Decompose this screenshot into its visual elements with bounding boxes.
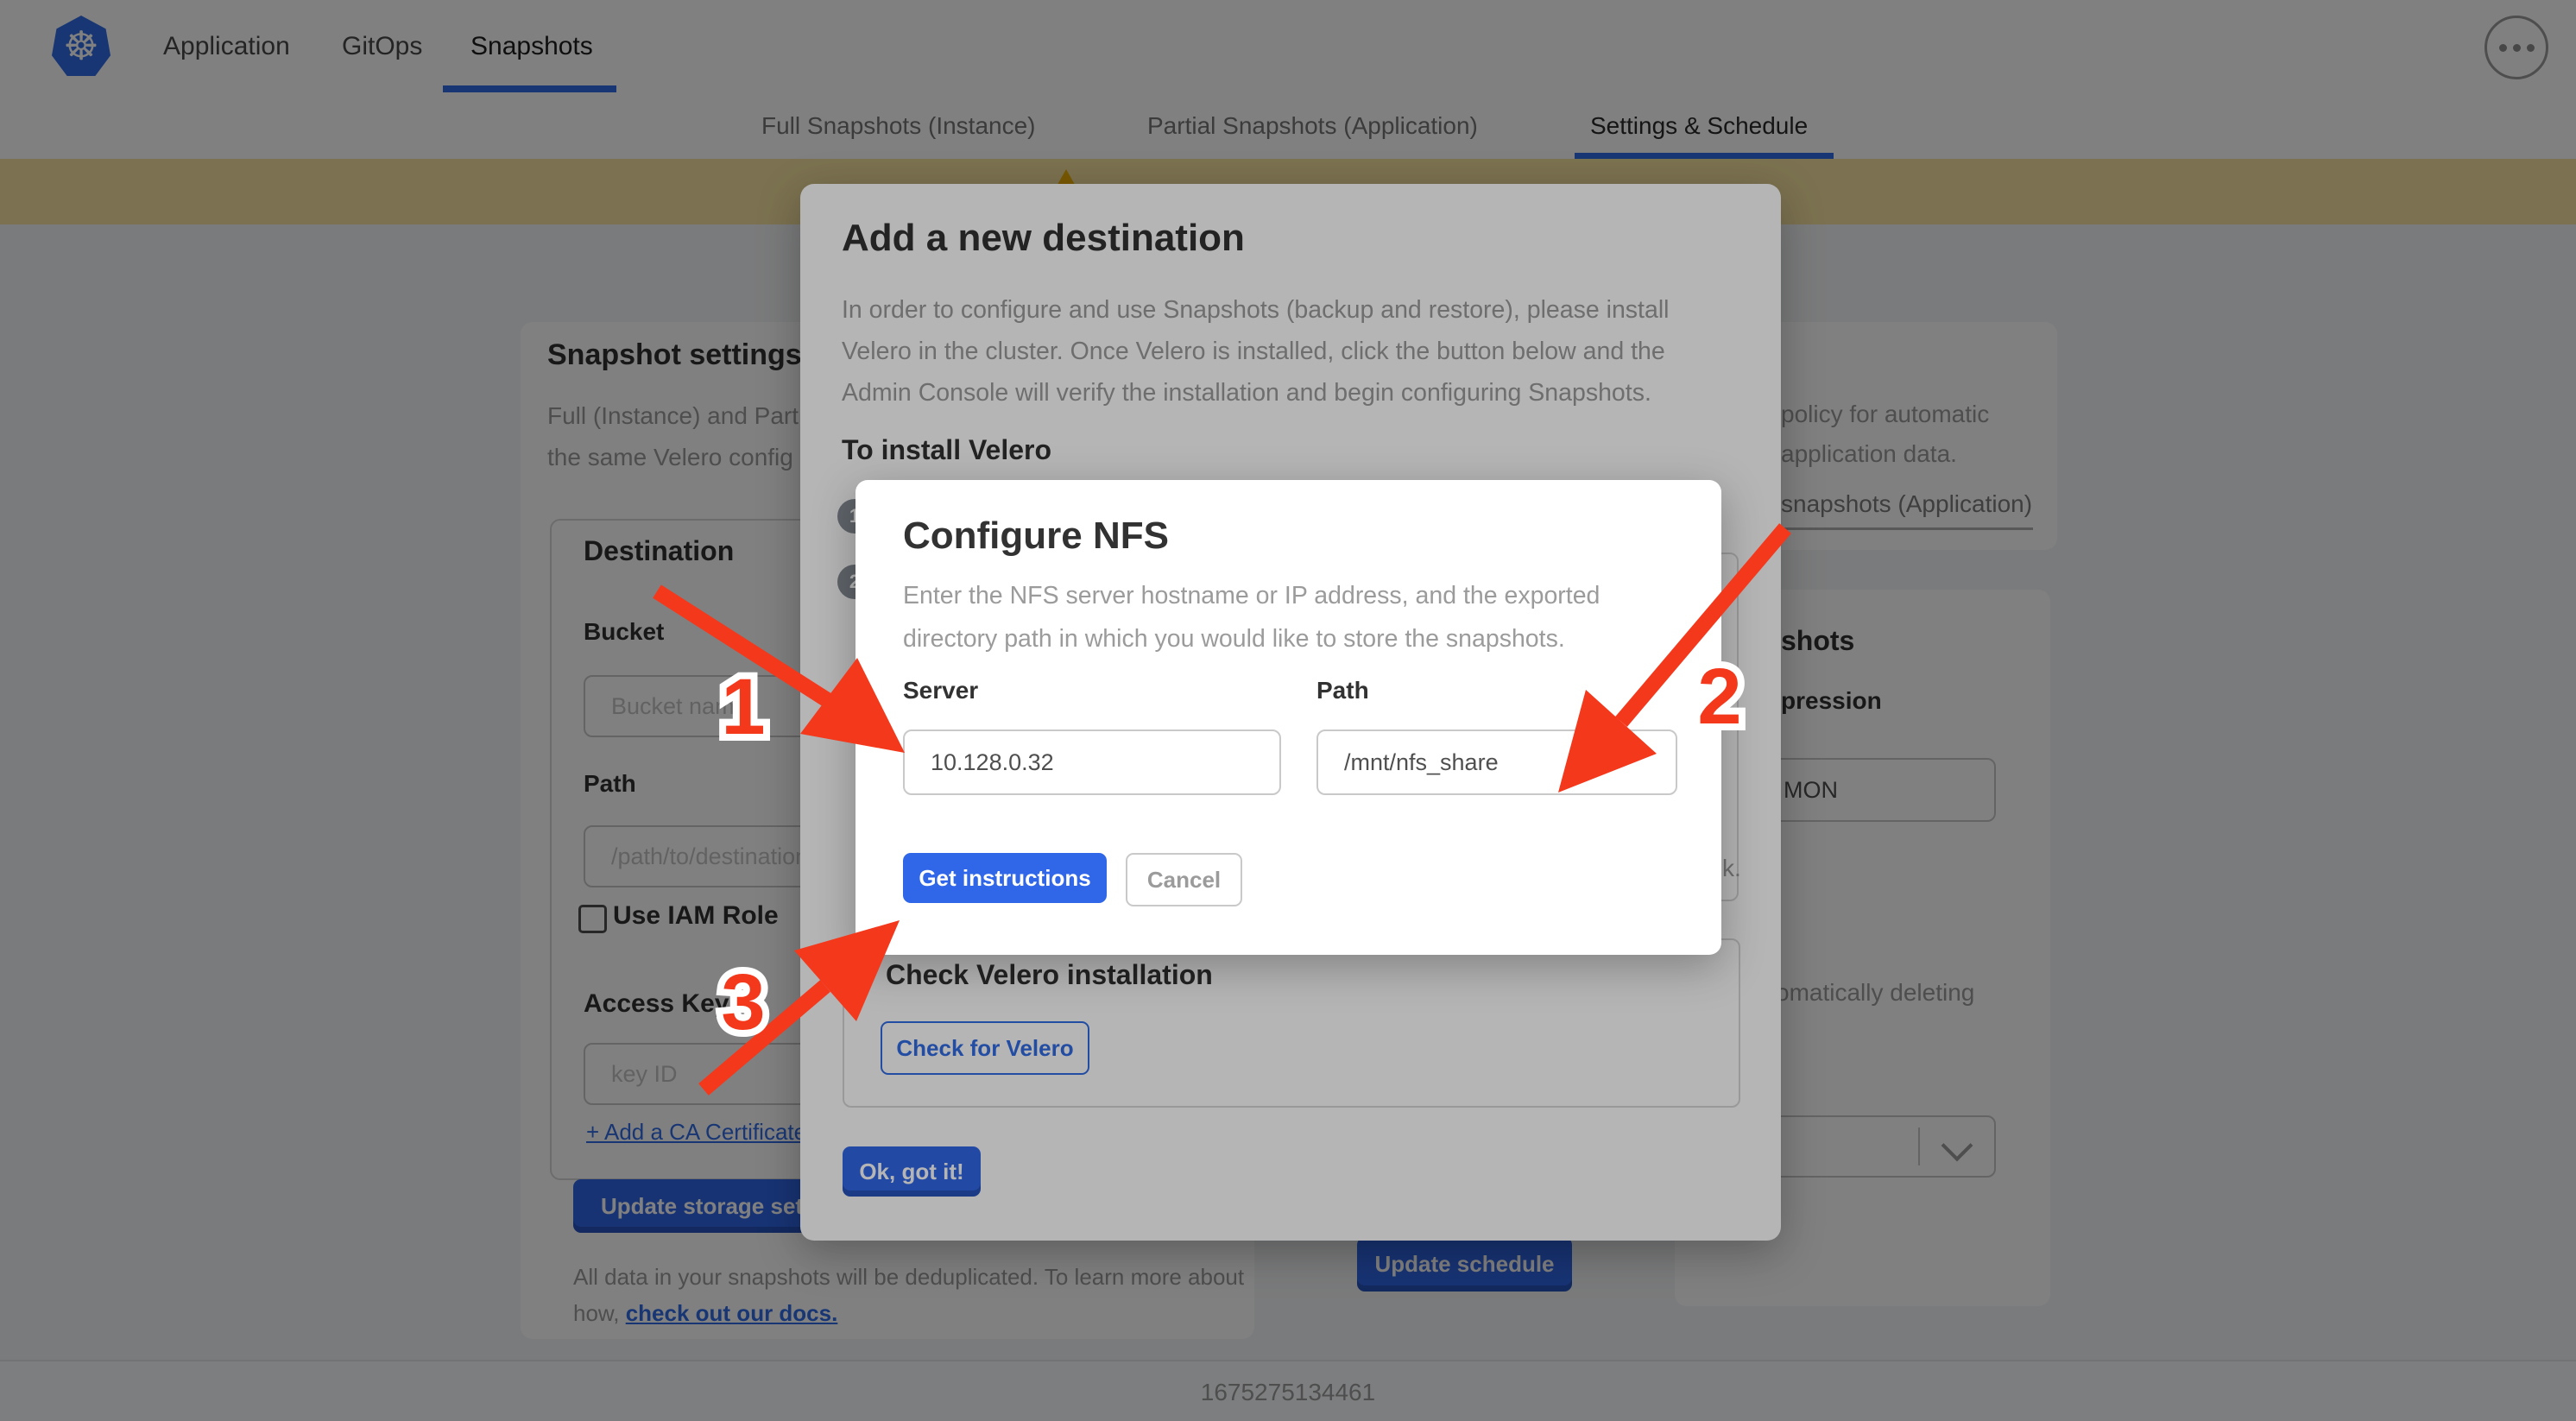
nfs-body-line1: Enter the NFS server hostname or IP addr… <box>903 582 1600 610</box>
cancel-button[interactable]: Cancel <box>1126 853 1242 906</box>
nfs-path-label: Path <box>1316 677 1369 704</box>
configure-nfs-title: Configure NFS <box>903 515 1169 558</box>
get-instructions-button[interactable]: Get instructions <box>903 853 1107 903</box>
nfs-body-line2: directory path in which you would like t… <box>903 625 1565 654</box>
cancel-label: Cancel <box>1147 867 1221 894</box>
nfs-server-input[interactable] <box>903 729 1281 795</box>
admin-console-page: ☸ Application GitOps Snapshots Full Snap… <box>0 0 2576 1421</box>
get-instructions-label: Get instructions <box>919 865 1090 892</box>
nfs-path-input[interactable] <box>1316 729 1677 795</box>
configure-nfs-modal: Configure NFS Enter the NFS server hostn… <box>856 480 1721 955</box>
server-label: Server <box>903 677 978 704</box>
